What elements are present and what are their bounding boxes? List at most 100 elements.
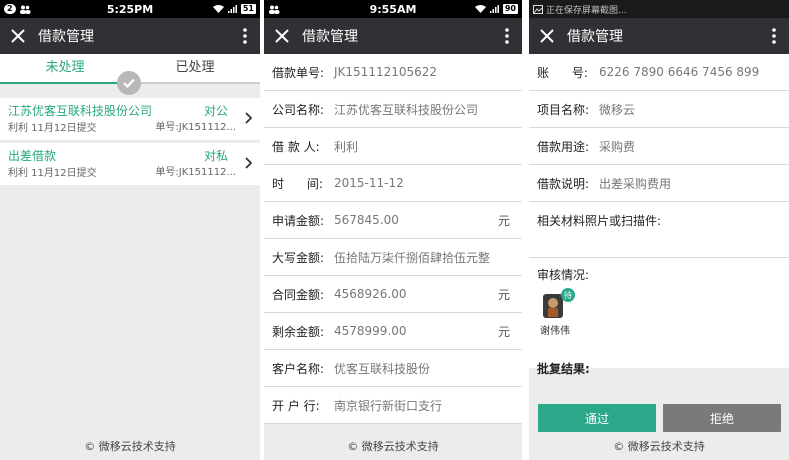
pending-badge: 待	[561, 288, 575, 302]
reviewer-card[interactable]: 待 谢伟伟	[537, 288, 575, 337]
row-value: 采购费	[599, 139, 636, 154]
title-bar: 借款管理	[529, 18, 789, 54]
row-label: 合同金额:	[272, 287, 325, 302]
detail-row: 公司名称: 江苏优客互联科技股份公司	[264, 91, 522, 128]
row-value: 出差采购费用	[599, 176, 672, 191]
row-value: 4568926.00	[334, 287, 407, 301]
check-icon	[123, 78, 135, 88]
signal-icon	[489, 5, 499, 13]
tab-check-badge	[117, 71, 141, 95]
detail-row: 大写金额: 伍拾陆万柒仟捌佰肆拾伍元整	[264, 239, 522, 276]
detail-row: 项目名称: 微移云	[529, 91, 789, 128]
reject-button[interactable]: 拒绝	[663, 404, 781, 432]
detail-row: 合同金额: 4568926.00 元	[264, 276, 522, 313]
footer-credit: © 微移云技术支持	[347, 440, 439, 453]
tab-active-indicator	[0, 82, 130, 84]
row-label: 项目名称:	[537, 102, 590, 117]
more-vertical-icon	[772, 28, 776, 44]
row-label: 借款说明:	[537, 176, 590, 191]
row-label: 剩余金额:	[272, 324, 325, 339]
row-unit: 元	[497, 324, 510, 339]
detail-row: 客户名称: 优客互联科技股份	[264, 350, 522, 387]
attachments-label: 相关材料照片或扫描件:	[537, 214, 662, 228]
row-unit: 元	[497, 213, 510, 228]
footer-credit: © 微移云技术支持	[613, 440, 705, 453]
loan-list: 江苏优客互联科技股份公司 对公 利利 11月12日提交 单号:JK151112.…	[0, 98, 260, 188]
chevron-right-icon	[245, 112, 252, 124]
row-value: 伍拾陆万柒仟捌佰肆拾伍元整	[334, 250, 491, 265]
more-menu-button[interactable]	[492, 18, 522, 54]
close-icon	[11, 29, 25, 43]
row-value: 利利	[334, 139, 359, 154]
battery-level: 90	[502, 4, 518, 14]
screenshot-icon	[533, 4, 543, 14]
close-button[interactable]	[0, 18, 36, 54]
row-value: 微移云	[599, 102, 636, 117]
row-label: 大写金额:	[272, 250, 325, 265]
more-vertical-icon	[243, 28, 247, 44]
detail-row: 申请金额: 567845.00 元	[264, 202, 522, 239]
detail-row: 开 户 行: 南京银行新街口支行	[264, 387, 522, 424]
detail-row: 借款说明: 出差采购费用	[529, 165, 789, 202]
row-label: 借 款 人:	[272, 139, 320, 154]
status-bar: 正在保存屏幕截图...	[529, 0, 789, 18]
attachments-section: 相关材料照片或扫描件:	[529, 202, 789, 258]
row-label: 时 间:	[272, 176, 323, 191]
detail-row: 时 间: 2015-11-12	[264, 165, 522, 202]
close-icon	[275, 29, 289, 43]
approve-button[interactable]: 通过	[538, 404, 656, 432]
chevron-right-icon	[245, 157, 252, 169]
loan-approval-form: 账 号: 6226 7890 6646 7456 899 项目名称: 微移云 借款用…	[529, 54, 789, 368]
close-button[interactable]	[529, 18, 565, 54]
pending-list-screen: 2 5:25PM 51 借款管理 未处理 已处理 江苏优客互联科技股份公司 对公	[0, 0, 260, 460]
approval-result-label: 批复结果:	[537, 362, 590, 376]
row-value: 6226 7890 6646 7456 899	[599, 65, 760, 79]
page-title: 借款管理	[567, 29, 623, 45]
review-section: 审核情况: 待 谢伟伟	[529, 258, 789, 368]
item-order-no: 单号:JK151112...	[155, 167, 236, 178]
detail-row: 借 款 人: 利利	[264, 128, 522, 165]
more-menu-button[interactable]	[759, 18, 789, 54]
close-button[interactable]	[264, 18, 300, 54]
tab-processed[interactable]: 已处理	[130, 54, 260, 84]
item-type-tag: 对公	[203, 104, 228, 118]
row-value: 江苏优客互联科技股份公司	[334, 102, 479, 117]
wifi-icon	[212, 5, 224, 13]
row-value: JK151112105622	[334, 65, 438, 79]
row-value: 优客互联科技股份	[334, 361, 431, 376]
row-value: 2015-11-12	[334, 176, 404, 190]
list-item[interactable]: 江苏优客互联科技股份公司 对公 利利 11月12日提交 单号:JK151112.…	[0, 98, 260, 140]
close-icon	[540, 29, 554, 43]
status-message: 正在保存屏幕截图...	[546, 5, 627, 16]
row-label: 开 户 行:	[272, 398, 320, 413]
status-tabs: 未处理 已处理	[0, 54, 260, 95]
title-bar: 借款管理	[0, 18, 260, 54]
signal-icon	[227, 5, 237, 13]
more-menu-button[interactable]	[230, 18, 260, 54]
list-item[interactable]: 出差借款 对私 利利 11月12日提交 单号:JK151112...	[0, 143, 260, 185]
detail-row: 借款用途: 采购费	[529, 128, 789, 165]
row-value: 南京银行新街口支行	[334, 398, 443, 413]
row-value: 4578999.00	[334, 324, 407, 338]
tab-pending[interactable]: 未处理	[0, 54, 130, 84]
title-bar: 借款管理	[264, 18, 522, 54]
footer-credit: © 微移云技术支持	[84, 440, 176, 453]
status-bar: 9:55AM 90	[264, 0, 522, 18]
row-label: 客户名称:	[272, 361, 325, 376]
more-vertical-icon	[505, 28, 509, 44]
battery-level: 51	[240, 4, 256, 14]
row-label: 账 号:	[537, 65, 588, 80]
loan-approval-screen: 正在保存屏幕截图... 借款管理 账 号: 6226 7890 6646 7456…	[529, 0, 789, 460]
review-label: 审核情况:	[537, 268, 590, 282]
loan-detail-form: 借款单号: JK151112105622 公司名称: 江苏优客互联科技股份公司 借 …	[264, 54, 522, 424]
status-bar: 2 5:25PM 51	[0, 0, 260, 18]
page-title: 借款管理	[302, 29, 358, 45]
avatar: 待	[543, 288, 575, 318]
row-label: 公司名称:	[272, 102, 325, 117]
row-label: 申请金额:	[272, 213, 325, 228]
wifi-icon	[474, 5, 486, 13]
row-label: 借款单号:	[272, 65, 325, 80]
page-title: 借款管理	[38, 29, 94, 45]
row-unit: 元	[497, 287, 510, 302]
detail-row: 账 号: 6226 7890 6646 7456 899	[529, 54, 789, 91]
